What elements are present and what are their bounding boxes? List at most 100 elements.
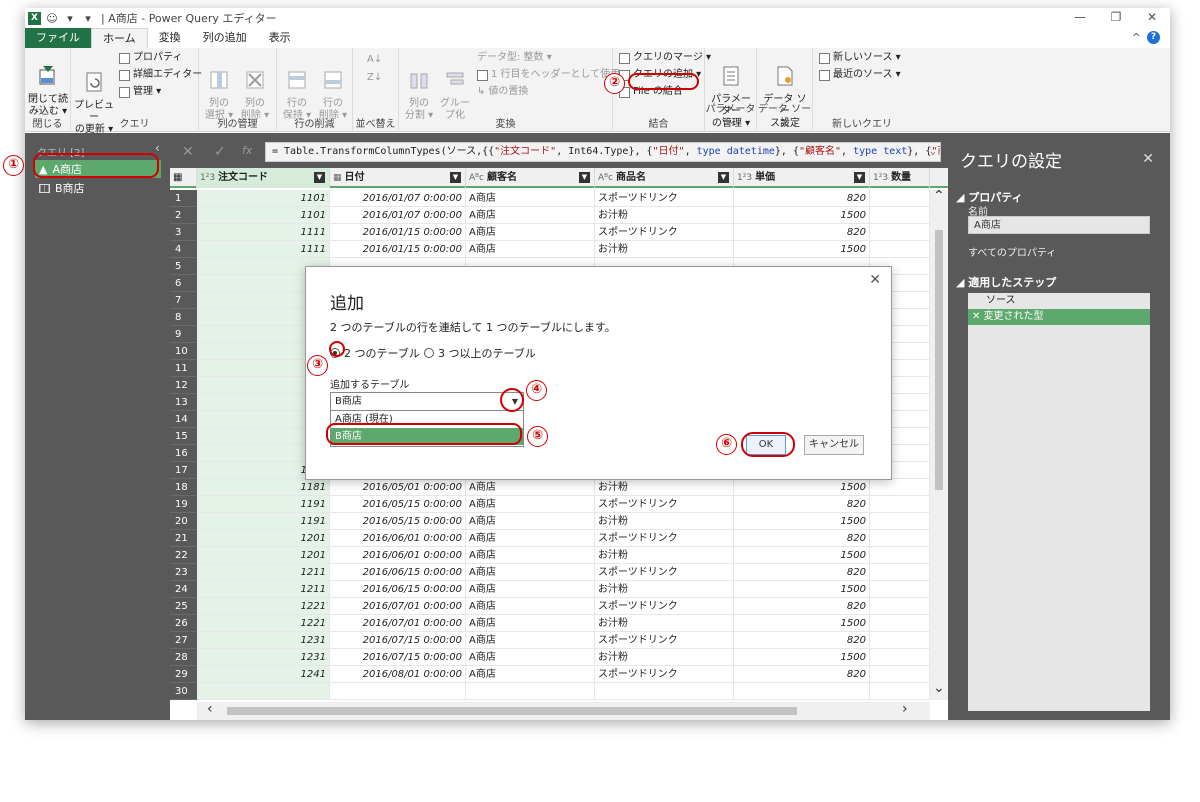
table-row[interactable]: 18 1181 2016/05/01 0:00:00 A商店 お汁粉 1500 (170, 479, 948, 496)
table-cell[interactable] (870, 666, 930, 683)
row-number[interactable]: 16 (170, 445, 197, 462)
column-filter-icon[interactable]: ▼ (579, 172, 590, 183)
table-cell[interactable]: 1111 (197, 224, 330, 241)
table-cell[interactable]: 1500 (734, 513, 870, 530)
table-cell[interactable]: お汁粉 (595, 547, 734, 564)
table-row[interactable]: 21 1201 2016/06/01 0:00:00 A商店 スポーツドリンク 820 (170, 530, 948, 547)
table-row[interactable]: 19 1191 2016/05/15 0:00:00 A商店 スポーツドリンク 820 (170, 496, 948, 513)
table-cell[interactable] (870, 581, 930, 598)
table-cell[interactable]: スポーツドリンク (595, 496, 734, 513)
column-header[interactable]: 1²3 数量 (870, 168, 930, 188)
select-columns-button[interactable]: 列の 選択 ▾ (201, 56, 237, 122)
table-cell[interactable]: スポーツドリンク (595, 224, 734, 241)
table-cell[interactable]: 1500 (734, 241, 870, 258)
table-cell[interactable]: お汁粉 (595, 649, 734, 666)
table-cell[interactable]: A商店 (466, 207, 595, 224)
table-cell[interactable] (870, 547, 930, 564)
table-cell[interactable]: 2016/01/07 0:00:00 (330, 190, 466, 207)
table-cell[interactable]: 1101 (197, 190, 330, 207)
table-cell[interactable]: 2016/05/01 0:00:00 (330, 479, 466, 496)
table-cell[interactable]: 2016/06/01 0:00:00 (330, 547, 466, 564)
customize-toolbar-icon[interactable]: ▾ (81, 12, 95, 25)
scroll-left-icon[interactable]: ‹ (207, 701, 213, 717)
row-number[interactable]: 29 (170, 666, 197, 683)
table-cell[interactable]: 2016/07/15 0:00:00 (330, 632, 466, 649)
column-filter-icon[interactable]: ▼ (718, 172, 729, 183)
table-cell[interactable] (870, 683, 930, 700)
horizontal-scrollbar[interactable]: ‹ › (197, 701, 930, 720)
minimize-icon[interactable]: — (1062, 8, 1098, 26)
row-number[interactable]: 1 (170, 190, 197, 207)
data-type-dropdown[interactable]: データ型: 整数 ▾ (477, 50, 552, 66)
table-cell[interactable]: A商店 (466, 190, 595, 207)
quick-access-chevron-icon[interactable]: ▾ (63, 12, 77, 25)
tab-file[interactable]: ファイル (25, 28, 91, 48)
split-column-button[interactable]: 列の 分割 ▾ (401, 56, 437, 122)
table-cell[interactable]: 2016/07/15 0:00:00 (330, 649, 466, 666)
advanced-editor-button[interactable]: 詳細エディター (119, 67, 202, 83)
sort-ascending-button[interactable]: A↓ (367, 52, 382, 68)
table-cell[interactable]: A商店 (466, 530, 595, 547)
row-number[interactable]: 4 (170, 241, 197, 258)
row-number[interactable]: 12 (170, 377, 197, 394)
column-type-icon[interactable]: 1²3 (737, 173, 752, 183)
row-number[interactable]: 23 (170, 564, 197, 581)
table-row[interactable]: 30 (170, 683, 948, 700)
row-number[interactable]: 5 (170, 258, 197, 275)
table-cell[interactable] (870, 513, 930, 530)
query-item-b-store[interactable]: B商店 (35, 179, 161, 197)
column-type-icon[interactable]: Aᴮc (598, 173, 613, 183)
table-cell[interactable]: お汁粉 (595, 581, 734, 598)
table-cell[interactable] (870, 207, 930, 224)
column-header[interactable]: 1²3 注文コード ▼ (197, 168, 330, 188)
tab-home[interactable]: ホーム (91, 28, 148, 48)
table-cell[interactable]: 1181 (197, 479, 330, 496)
table-cell[interactable] (870, 598, 930, 615)
table-cell[interactable]: 1191 (197, 513, 330, 530)
table-cell[interactable]: A商店 (466, 241, 595, 258)
row-number[interactable]: 7 (170, 292, 197, 309)
table-cell[interactable]: 1500 (734, 207, 870, 224)
cancel-button[interactable]: キャンセル (804, 435, 864, 455)
row-number[interactable]: 15 (170, 428, 197, 445)
table-cell[interactable]: 2016/06/15 0:00:00 (330, 564, 466, 581)
table-cell[interactable]: 1211 (197, 564, 330, 581)
column-type-icon[interactable]: 1²3 (873, 173, 888, 183)
column-header[interactable]: ▦ 日付 ▼ (330, 168, 466, 188)
row-number[interactable]: 11 (170, 360, 197, 377)
table-cell[interactable]: 820 (734, 496, 870, 513)
applied-steps-section[interactable]: ◢ 適用したステップ (956, 274, 1056, 290)
table-row[interactable]: 22 1201 2016/06/01 0:00:00 A商店 お汁粉 1500 (170, 547, 948, 564)
table-cell[interactable]: お汁粉 (595, 479, 734, 496)
row-number[interactable]: 28 (170, 649, 197, 666)
table-cell[interactable]: 1221 (197, 615, 330, 632)
row-number[interactable]: 25 (170, 598, 197, 615)
column-type-icon[interactable]: ▦ (333, 173, 342, 183)
all-properties-link[interactable]: すべてのプロパティ (968, 244, 1056, 259)
row-number[interactable]: 22 (170, 547, 197, 564)
remove-columns-button[interactable]: 列の 削除 ▾ (237, 56, 273, 122)
table-cell[interactable]: A商店 (466, 598, 595, 615)
table-cell[interactable]: 2016/08/01 0:00:00 (330, 666, 466, 683)
table-cell[interactable]: A商店 (466, 632, 595, 649)
fx-icon[interactable]: fx (242, 144, 252, 157)
row-number[interactable]: 9 (170, 326, 197, 343)
properties-section[interactable]: ◢ プロパティ (956, 189, 1023, 205)
row-number[interactable]: 6 (170, 275, 197, 292)
table-cell[interactable] (197, 683, 330, 700)
column-type-icon[interactable]: Aᴮc (469, 173, 484, 183)
table-cell[interactable]: 2016/06/15 0:00:00 (330, 581, 466, 598)
table-cell[interactable] (870, 496, 930, 513)
table-cell[interactable]: 1231 (197, 632, 330, 649)
table-cell[interactable]: A商店 (466, 224, 595, 241)
table-cell[interactable]: 2016/01/07 0:00:00 (330, 207, 466, 224)
horizontal-scroll-thumb[interactable] (227, 707, 797, 715)
properties-button[interactable]: プロパティ (119, 50, 182, 66)
table-cell[interactable]: A商店 (466, 666, 595, 683)
table-cell[interactable]: 2016/05/15 0:00:00 (330, 496, 466, 513)
table-cell[interactable]: A商店 (466, 496, 595, 513)
table-row[interactable]: 29 1241 2016/08/01 0:00:00 A商店 スポーツドリンク 820 (170, 666, 948, 683)
table-cell[interactable]: A商店 (466, 513, 595, 530)
table-to-append-select[interactable]: B商店 ▼ (330, 392, 524, 411)
tab-view[interactable]: 表示 (258, 28, 302, 48)
